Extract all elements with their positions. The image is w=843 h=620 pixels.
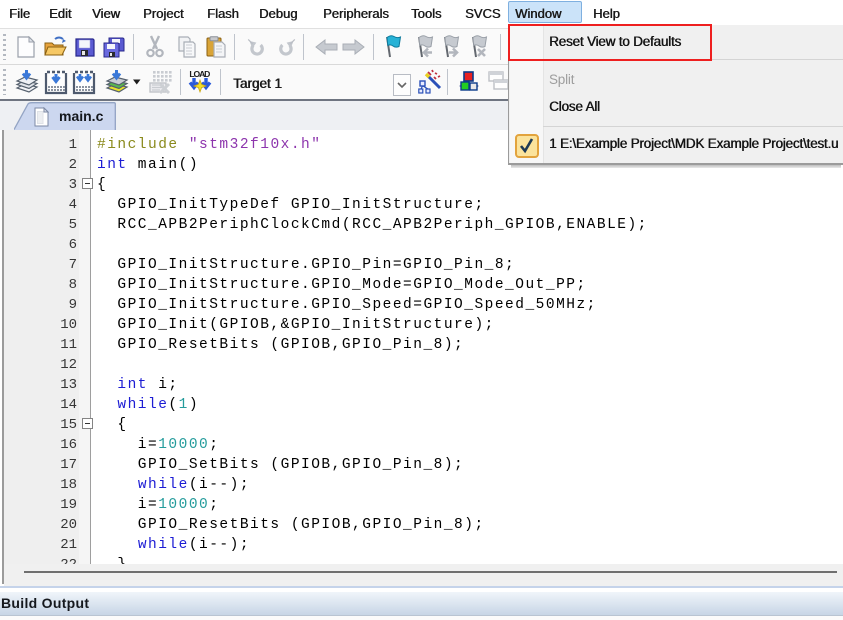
svg-text:LOAD: LOAD [189,69,210,79]
